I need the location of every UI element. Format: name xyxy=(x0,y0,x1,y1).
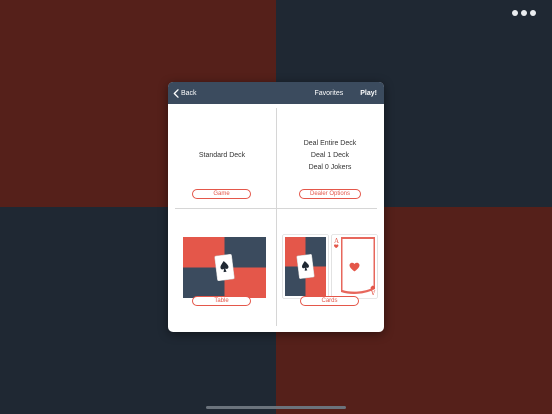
cards-preview[interactable]: A A xyxy=(282,234,378,300)
deal-deck-option: Deal Entire Deck xyxy=(303,140,357,147)
cards-cell: A A Cards xyxy=(276,218,384,332)
table-button[interactable]: Table xyxy=(192,296,251,306)
deal-count-option: Deal 1 Deck xyxy=(310,152,350,159)
game-button[interactable]: Game xyxy=(192,189,251,199)
more-dot xyxy=(521,10,527,16)
modal-navbar: Back Favorites Play! xyxy=(168,82,384,104)
more-dot xyxy=(530,10,536,16)
joker-count-option: Deal 0 Jokers xyxy=(308,164,352,171)
deck-name: Standard Deck xyxy=(198,152,246,159)
card-rank-top: A xyxy=(334,237,339,245)
favorites-button[interactable]: Favorites xyxy=(314,90,343,97)
table-preview[interactable] xyxy=(183,237,266,298)
chevron-left-icon xyxy=(173,88,179,98)
home-indicator[interactable] xyxy=(206,406,346,409)
options-grid: Standard Deck Game Deal Entire Deck Deal… xyxy=(168,104,384,332)
dealer-cell: Deal Entire Deck Deal 1 Deck Deal 0 Joke… xyxy=(276,104,384,218)
card-rank-bottom: A xyxy=(371,288,376,296)
more-dot xyxy=(512,10,518,16)
cards-button[interactable]: Cards xyxy=(300,296,359,306)
more-horizontal-icon[interactable] xyxy=(512,10,536,16)
back-label: Back xyxy=(181,89,197,97)
table-cell: Table xyxy=(168,218,276,332)
dealer-options-button[interactable]: Dealer Options xyxy=(299,189,361,199)
game-setup-modal: Back Favorites Play! Standard Deck Game … xyxy=(168,82,384,332)
play-button[interactable]: Play! xyxy=(360,90,377,97)
game-cell: Standard Deck Game xyxy=(168,104,276,218)
back-button[interactable]: Back xyxy=(168,88,197,98)
